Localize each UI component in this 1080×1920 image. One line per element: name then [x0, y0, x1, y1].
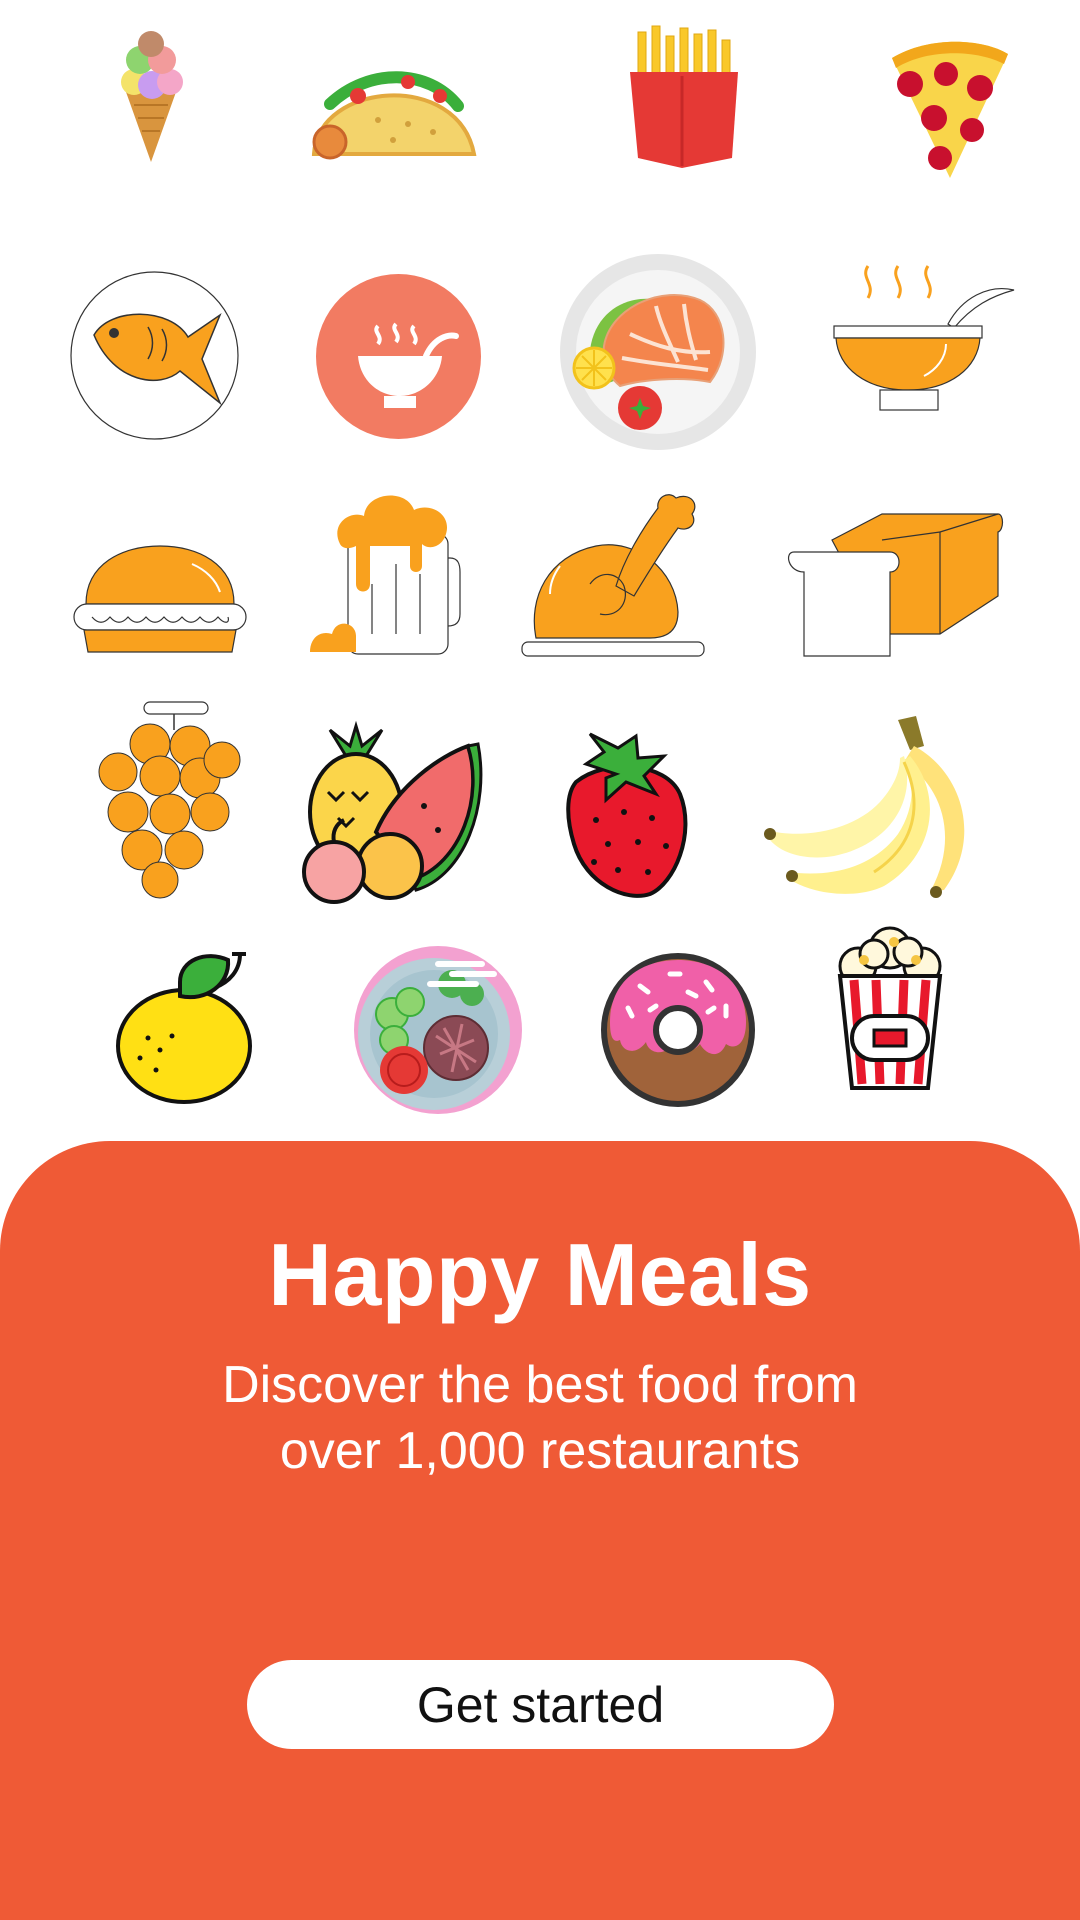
- food-icon-grid: [0, 0, 1080, 1140]
- salmon-plate-icon: [560, 254, 756, 450]
- fish-icon: [70, 271, 239, 440]
- roast-chicken-icon: [520, 490, 706, 662]
- ice-cream-cone-icon: [118, 30, 184, 165]
- pizza-slice-icon: [888, 40, 1012, 180]
- salad-bowl-icon: [352, 944, 526, 1114]
- bread-loaf-icon: [782, 510, 1004, 660]
- soup-bowl-icon: [316, 274, 481, 439]
- hot-soup-icon: [830, 262, 1015, 412]
- burger-bun-icon: [72, 544, 248, 654]
- app-title: Happy Meals: [268, 1225, 812, 1324]
- beer-mug-icon: [310, 484, 461, 655]
- taco-icon: [308, 62, 480, 162]
- app-tagline: Discover the best food from over 1,000 r…: [222, 1356, 858, 1480]
- get-started-button[interactable]: Get started: [247, 1660, 834, 1749]
- bananas-icon: [764, 716, 980, 906]
- popcorn-icon: [834, 924, 946, 1090]
- donut-icon: [600, 952, 756, 1108]
- mixed-fruits-icon: [300, 720, 483, 904]
- french-fries-icon: [628, 25, 740, 168]
- strawberry-icon: [546, 732, 698, 900]
- grapes-icon: [98, 700, 243, 900]
- lemon-icon: [110, 946, 274, 1110]
